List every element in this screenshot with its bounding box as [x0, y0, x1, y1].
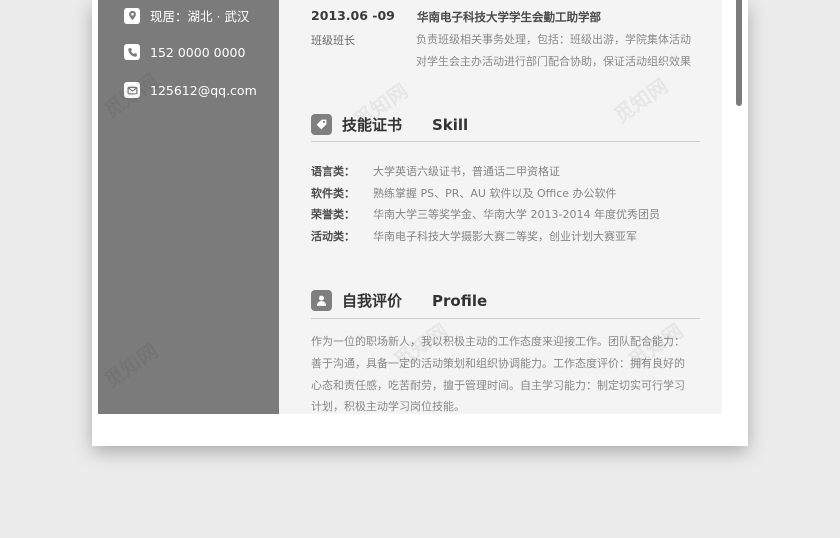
- skill-value: 大学英语六级证书，普通话二甲资格证: [373, 165, 560, 178]
- skill-title-en: Skill: [432, 115, 469, 134]
- location-pin-icon: [124, 7, 140, 24]
- contact-phone-text: 152 0000 0000: [150, 44, 246, 60]
- phone-icon: [124, 44, 140, 60]
- contact-email-text: 125612@qq.com: [150, 82, 257, 98]
- contact-location: 现居：湖北 · 武汉: [124, 6, 249, 25]
- profile-title-cn: 自我评价: [342, 292, 403, 310]
- experience-role: 班级班长: [311, 34, 355, 47]
- person-icon: [311, 290, 332, 311]
- skill-value: 华南电子科技大学摄影大赛二等奖，创业计划大赛亚军: [373, 230, 637, 243]
- skill-item: 软件类： 熟练掌握 PS、PR、AU 软件以及 Office 办公软件: [311, 185, 617, 201]
- skill-item: 荣誉类： 华南大学三等奖学金、华南大学 2013-2014 年度优秀团员: [311, 206, 660, 222]
- skill-item: 活动类： 华南电子科技大学摄影大赛二等奖，创业计划大赛亚军: [311, 228, 637, 244]
- skill-key: 荣誉类：: [311, 208, 355, 221]
- skill-tag-icon: [311, 114, 332, 135]
- skill-item: 语言类： 大学英语六级证书，普通话二甲资格证: [311, 163, 560, 179]
- skill-key: 软件类：: [311, 187, 355, 200]
- skill-divider: [311, 141, 700, 142]
- profile-line: 心态和责任感，吃苦耐劳，擅于管理时间。自主学习能力：制定切实可行学习: [311, 379, 685, 392]
- experience-duty: 对学生会主办活动进行部门配合协助，保证活动组织效果: [416, 55, 691, 68]
- skill-value: 熟练掌握 PS、PR、AU 软件以及 Office 办公软件: [373, 187, 617, 200]
- vertical-scrollbar[interactable]: [736, 0, 742, 106]
- profile-title-en: Profile: [432, 291, 488, 310]
- skill-value: 华南大学三等奖学金、华南大学 2013-2014 年度优秀团员: [373, 208, 660, 221]
- skill-section-header: 技能证书 Skill: [311, 114, 468, 135]
- experience-duty: 负责班级相关事务处理，包括：班级出游，学院集体活动: [416, 33, 691, 46]
- experience-org: 华南电子科技大学学生会勤工助学部: [417, 10, 601, 24]
- profile-divider: [311, 318, 700, 319]
- skill-key: 语言类：: [311, 165, 355, 178]
- profile-line: 计划，积极主动学习岗位技能。: [311, 400, 465, 413]
- profile-section-header: 自我评价 Profile: [311, 290, 487, 311]
- experience-date: 2013.06 -09: [311, 8, 395, 23]
- contact-phone: 152 0000 0000: [124, 44, 245, 60]
- skill-key: 活动类：: [311, 230, 355, 243]
- contact-location-text: 现居：湖北 · 武汉: [150, 9, 250, 24]
